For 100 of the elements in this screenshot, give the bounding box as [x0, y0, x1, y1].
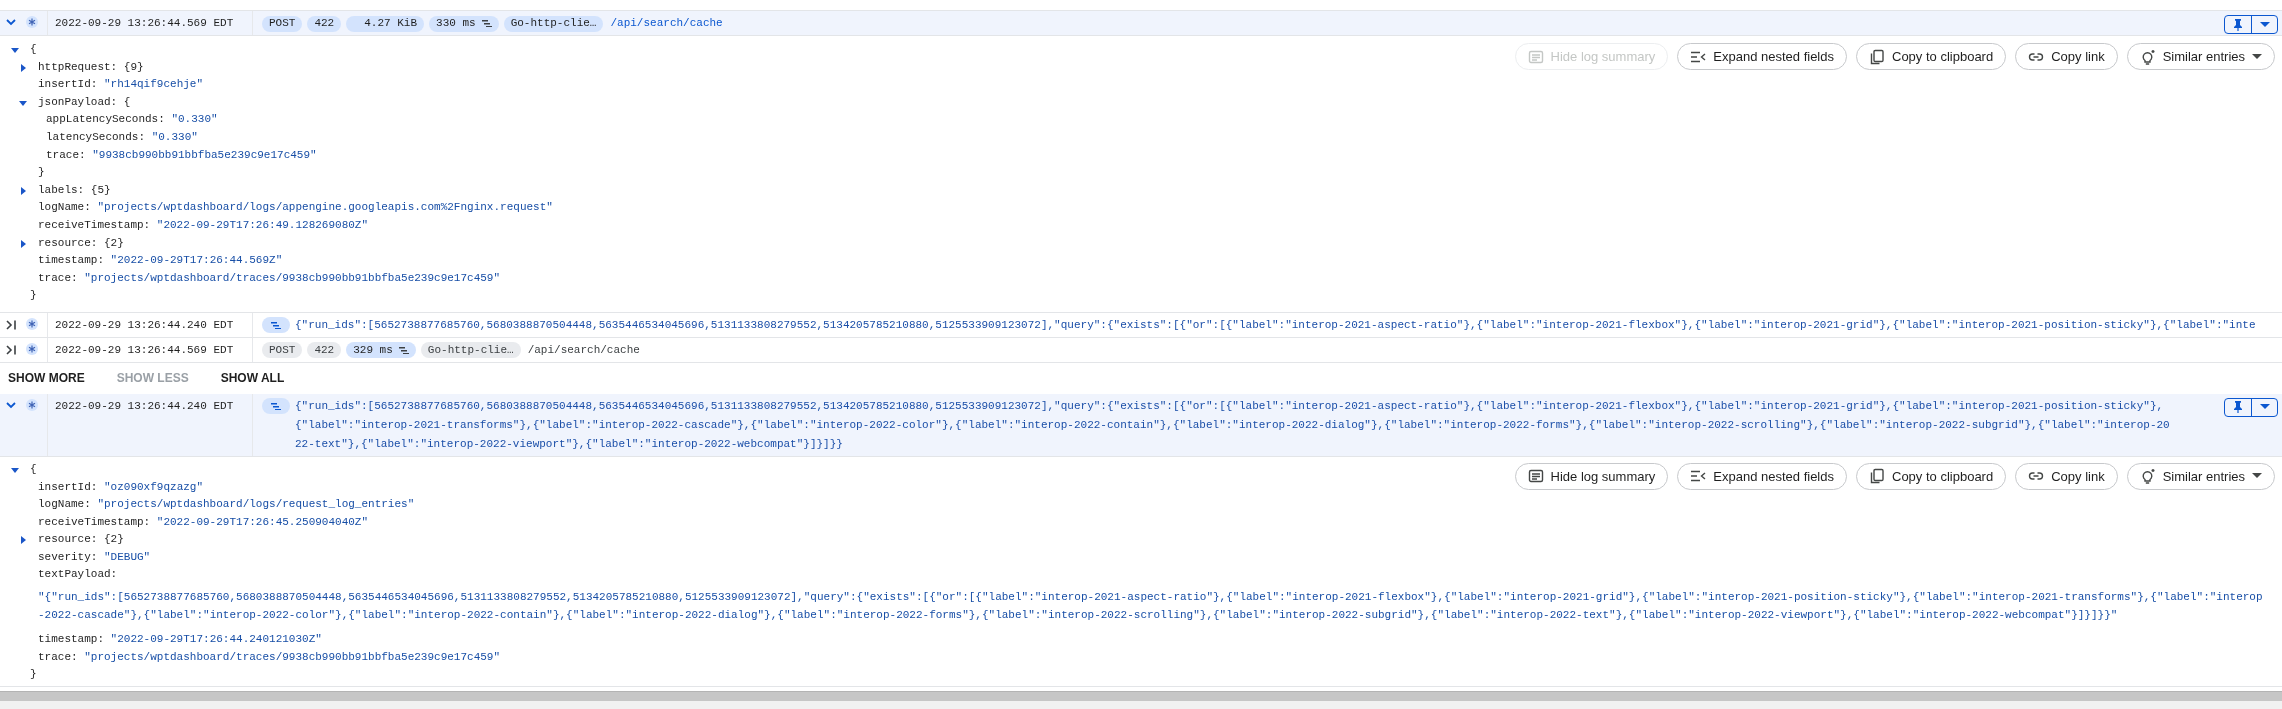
chevron-bar-icon[interactable]: [4, 342, 18, 357]
copy-button[interactable]: Copy to clipboard: [1856, 43, 2007, 70]
caret-icon[interactable]: [10, 45, 20, 55]
json-value: "projects/wptdashboard/traces/9938cb990bb91bbfba5e239c9e17c459": [84, 271, 501, 284]
json-key: resource:: [38, 236, 98, 249]
timestamp: 2022-09-29 13:26:44.569 EDT: [55, 343, 234, 356]
json-value: "projects/wptdashboard/logs/appengine.googleapis.com%2Fnginx.request": [97, 201, 553, 214]
timestamp: 2022-09-29 13:26:44.240 EDT: [55, 318, 234, 331]
json-key: trace:: [46, 148, 86, 161]
brace: {: [123, 95, 131, 108]
latency-chip[interactable]: 330 ms: [429, 15, 499, 32]
json-value: "oz090xf9qzazg": [104, 480, 204, 493]
field-chip[interactable]: Go-http-clie…: [420, 342, 521, 359]
log-entry-row[interactable]: [0, 393, 2282, 457]
brace: {: [30, 462, 37, 475]
waterfall-icon: [398, 346, 409, 355]
json-key: timestamp:: [38, 633, 104, 646]
request-path-link[interactable]: /api/search/cache: [610, 14, 723, 33]
field-chip[interactable]: 422: [307, 15, 342, 32]
waterfall-icon: [481, 19, 492, 28]
copy-icon: [1869, 48, 1885, 65]
request-path-link[interactable]: /api/search/cache: [527, 340, 640, 360]
timestamp: 2022-09-29 13:26:44.240 EDT: [55, 399, 234, 412]
field-chip[interactable]: POST: [262, 15, 303, 32]
log-entry-row[interactable]: 2022-09-29 13:26:44.569 EDT POST 422 4.27 KiB 330 ms Go-http-clie… /api/search/cache: [0, 11, 2282, 36]
json-key: textPayload:: [38, 568, 118, 581]
json-value: "DEBUG": [104, 550, 151, 563]
summary-chip[interactable]: [262, 398, 290, 415]
json-key: timestamp:: [38, 254, 104, 267]
pin-icon: [2233, 401, 2243, 414]
severity-icon: [26, 16, 38, 28]
copy-button[interactable]: Copy to clipboard: [1856, 462, 2007, 490]
json-key: insertId:: [38, 480, 98, 493]
similar-entries-button[interactable]: Similar entries: [2126, 462, 2275, 490]
severity-icon: [26, 317, 38, 330]
json-key: labels:: [38, 183, 85, 196]
json-value: "2022-09-29T17:26:44.569Z": [110, 254, 283, 267]
json-value: {2}: [104, 236, 124, 249]
json-key: latencySeconds:: [46, 130, 146, 143]
caret-icon: [2259, 21, 2270, 28]
brace: {: [30, 43, 37, 55]
json-key: receiveTimestamp:: [38, 515, 151, 528]
pager-button[interactable]: SHOW ALL: [212, 366, 293, 391]
expand-fields-button[interactable]: Expand nested fields: [1677, 462, 1847, 490]
json-key: httpRequest:: [38, 60, 118, 73]
json-key: logName:: [38, 201, 91, 214]
horizontal-scrollbar[interactable]: [0, 691, 2282, 701]
summary-chip[interactable]: [262, 317, 290, 334]
json-value: {5}: [90, 183, 111, 196]
caret-icon[interactable]: [18, 238, 28, 249]
caret-icon[interactable]: [18, 535, 28, 546]
json-key: insertId:: [38, 78, 98, 91]
waterfall-icon: [271, 402, 281, 411]
pager-button[interactable]: SHOW MORE: [0, 366, 93, 391]
json-key: receiveTimestamp:: [38, 218, 151, 231]
json-value: "2022-09-29T17:26:44.240121030Z": [110, 633, 322, 646]
brace: }: [38, 166, 45, 179]
similar-entries-button[interactable]: Similar entries: [2126, 43, 2275, 70]
json-value: "0.330": [171, 113, 218, 126]
json-key: trace:: [38, 271, 78, 284]
summary-icon: [1527, 468, 1544, 485]
field-chip[interactable]: 422: [307, 342, 342, 359]
severity-icon: [26, 398, 38, 411]
json-value: "projects/wptdashboard/logs/request_log_entries": [97, 498, 415, 511]
caret-icon[interactable]: [18, 62, 28, 73]
size-chip[interactable]: 4.27 KiB: [346, 15, 425, 32]
brace: }: [30, 289, 37, 302]
expand-fields-button[interactable]: Expand nested fields: [1677, 43, 1847, 70]
waterfall-icon: [271, 321, 281, 330]
json-value: "2022-09-29T17:26:45.250904040Z": [156, 515, 369, 528]
json-key: resource:: [38, 533, 98, 546]
brace: }: [30, 668, 37, 681]
summary-icon: [1527, 48, 1544, 65]
json-key: severity:: [38, 550, 98, 563]
pin-icon: [2233, 18, 2243, 31]
hide-summary-button[interactable]: Hide log summary: [1514, 462, 1669, 490]
json-value: "projects/wptdashboard/traces/9938cb990bb91bbfba5e239c9e17c459": [84, 650, 501, 663]
json-value: {2}: [104, 533, 124, 546]
severity-icon: [26, 342, 38, 355]
field-chip[interactable]: Go-http-clie…: [503, 15, 604, 32]
json-value: "9938cb990bb91bbfba5e239c9e17c459": [92, 148, 317, 161]
field-chip[interactable]: POST: [262, 342, 303, 359]
summary-text: {"run_ids":[5652738877685760,5680388870504448,5635446534045696,5131133808279552,5134205785210880,5125533909123072],"query":{"exists":[{"or":[{"label":"interop-2021-aspect-ratio"},{"label":"interop-2021-flexbox"},{"label":"interop-2021-grid"},{"label":"interop-2021-position-sticky"},{"label":"interop-2021-transforms"},{"label":"interop-2022-cascade"},{"label":"interop-2022-color"},{"label":"interop-2022-contain"},{"label":"interop-2022-dialog"},{"label":"interop-2022-forms"},{"label":"interop-2022-scrolling"},{"label":"interop-2022-subgrid"},{"label":"interop-2022-text"},{"label":"interop-2022-viewport"},{"label":"interop-2022-webcompat"}]}]}}: [295, 398, 2171, 452]
json-key: logName:: [38, 498, 91, 511]
chevron-bar-icon[interactable]: [4, 317, 18, 332]
json-value: "rh14qif9cehje": [104, 78, 204, 91]
json-value: {9}: [123, 60, 144, 73]
json-key: trace:: [38, 650, 78, 663]
caret-icon: [2259, 404, 2270, 411]
latency-chip[interactable]: 329 ms: [346, 342, 416, 359]
log-entry-row[interactable]: [0, 312, 2282, 338]
timestamp: 2022-09-29 13:26:44.569 EDT: [55, 17, 234, 29]
caret-icon: [2252, 53, 2262, 60]
copy-link-button[interactable]: Copy link: [2015, 43, 2118, 70]
summary-text: {"run_ids":[5652738877685760,5680388870504448,5635446534045696,5131133808279552,5134205785210880,5125533909123072],"query":{"exists":[{"or":[{"label":"interop-2021-aspect-ratio"},{"label":"interop-2021-flexbox"},{"label":"interop-2021-grid"},{"label":"interop-2021-position-sticky"},{"label":"inte: [295, 317, 2256, 333]
copy-link-button[interactable]: Copy link: [2015, 462, 2118, 490]
log-entry-row[interactable]: 2022-09-29 13:26:44.569 EDT POST 422 329 ms Go-http-clie… /api/search/cache: [0, 337, 2282, 363]
json-key: jsonPayload:: [38, 95, 118, 108]
copy-icon: [1869, 468, 1885, 485]
caret-icon[interactable]: [18, 185, 28, 196]
